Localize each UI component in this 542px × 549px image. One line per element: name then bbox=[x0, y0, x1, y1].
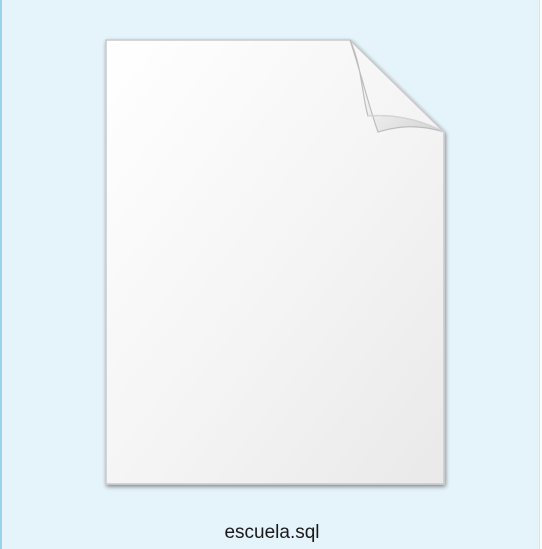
page-body bbox=[105, 39, 445, 485]
document-icon bbox=[105, 39, 445, 485]
file-name-label[interactable]: escuela.sql bbox=[2, 521, 542, 545]
file-item[interactable]: escuela.sql bbox=[0, 0, 540, 549]
